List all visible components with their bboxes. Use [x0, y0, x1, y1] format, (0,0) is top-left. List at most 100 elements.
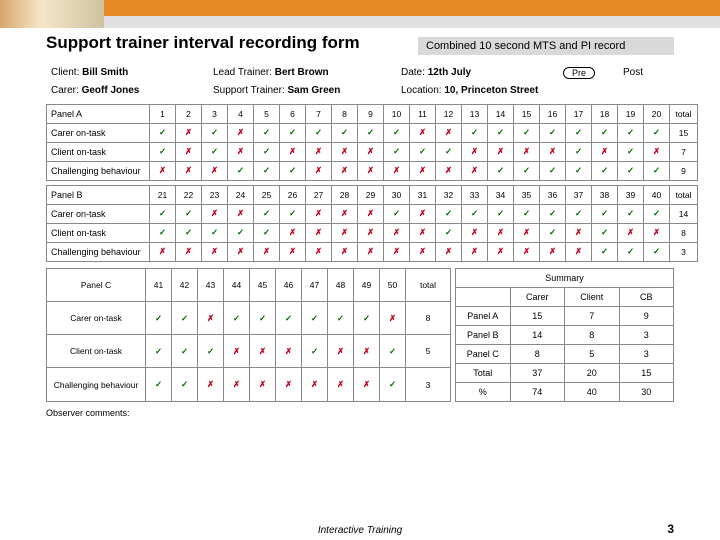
mark-cell: ✓ [644, 242, 670, 261]
mark-cell: ✓ [592, 204, 618, 223]
mark-cell: ✗ [644, 223, 670, 242]
mark-cell: ✓ [436, 142, 462, 161]
mark-cell: ✗ [254, 242, 280, 261]
mark-cell: ✗ [250, 335, 276, 368]
mark-cell: ✗ [488, 223, 514, 242]
mark-cell: ✓ [384, 204, 410, 223]
lead-value: Bert Brown [275, 67, 329, 78]
mark-cell: ✗ [228, 242, 254, 261]
mark-cell: ✗ [384, 242, 410, 261]
mark-cell: ✓ [644, 161, 670, 180]
client-label: Client: [51, 67, 79, 78]
mark-cell: ✓ [436, 204, 462, 223]
mark-cell: ✓ [354, 301, 380, 334]
mark-cell: ✓ [462, 204, 488, 223]
mark-cell: ✗ [436, 123, 462, 142]
top-band [0, 0, 720, 28]
date-value: 12th July [428, 67, 471, 78]
mark-cell: ✗ [332, 142, 358, 161]
summary-table: Summary CarerClientCB Panel A1579 Panel … [455, 268, 674, 402]
mark-cell: ✗ [358, 142, 384, 161]
mark-cell: ✗ [280, 142, 306, 161]
location-label: Location: [401, 85, 442, 96]
mark-cell: ✗ [410, 123, 436, 142]
mark-cell: ✓ [514, 161, 540, 180]
header-orange-bar [104, 0, 720, 16]
mark-cell: ✓ [592, 242, 618, 261]
mark-cell: ✓ [514, 123, 540, 142]
mark-cell: ✗ [176, 142, 202, 161]
mark-cell: ✗ [328, 335, 354, 368]
mark-cell: ✗ [358, 204, 384, 223]
page: Support trainer interval recording form … [0, 0, 720, 540]
mark-cell: ✗ [202, 161, 228, 180]
mark-cell: ✗ [410, 242, 436, 261]
observer-comments: Observer comments: [46, 408, 674, 418]
mark-cell: ✓ [302, 335, 328, 368]
mark-cell: ✓ [488, 161, 514, 180]
mark-cell: ✗ [380, 301, 406, 334]
mark-cell: ✓ [276, 301, 302, 334]
mark-cell: ✗ [228, 142, 254, 161]
mark-cell: ✗ [306, 204, 332, 223]
mark-cell: ✗ [514, 223, 540, 242]
mark-cell: ✓ [540, 223, 566, 242]
page-number: 3 [667, 522, 674, 536]
mark-cell: ✗ [198, 368, 224, 401]
mark-cell: ✓ [618, 242, 644, 261]
mark-cell: ✓ [228, 161, 254, 180]
mark-cell: ✗ [332, 204, 358, 223]
mark-cell: ✗ [592, 142, 618, 161]
mark-cell: ✓ [280, 161, 306, 180]
mark-cell: ✓ [150, 123, 176, 142]
mark-cell: ✓ [150, 223, 176, 242]
mark-cell: ✗ [514, 142, 540, 161]
mark-cell: ✗ [332, 242, 358, 261]
mark-cell: ✗ [228, 204, 254, 223]
mark-cell: ✓ [618, 123, 644, 142]
mark-cell: ✓ [176, 204, 202, 223]
mark-cell: ✓ [150, 142, 176, 161]
mark-cell: ✓ [280, 123, 306, 142]
mark-cell: ✗ [332, 161, 358, 180]
mark-cell: ✓ [228, 223, 254, 242]
mark-cell: ✓ [566, 142, 592, 161]
mark-cell: ✗ [306, 223, 332, 242]
mark-cell: ✓ [172, 335, 198, 368]
carer-label: Carer: [51, 85, 79, 96]
mark-cell: ✓ [332, 123, 358, 142]
mark-cell: ✗ [150, 161, 176, 180]
page-title: Support trainer interval recording form [46, 34, 360, 53]
mark-cell: ✗ [250, 368, 276, 401]
client-value: Bill Smith [82, 67, 128, 78]
mark-cell: ✓ [146, 335, 172, 368]
mark-cell: ✓ [488, 204, 514, 223]
mark-cell: ✗ [276, 368, 302, 401]
mark-cell: ✓ [436, 223, 462, 242]
mark-cell: ✓ [618, 204, 644, 223]
mark-cell: ✓ [202, 123, 228, 142]
mark-cell: ✗ [328, 368, 354, 401]
panel-b-table: Panel B 21222324252627282930313233343536… [46, 185, 698, 262]
support-label: Support Trainer: [213, 85, 285, 96]
mark-cell: ✗ [354, 335, 380, 368]
mark-cell: ✗ [540, 242, 566, 261]
mark-cell: ✓ [592, 223, 618, 242]
mark-cell: ✗ [462, 161, 488, 180]
mark-cell: ✗ [566, 223, 592, 242]
mark-cell: ✗ [332, 223, 358, 242]
mark-cell: ✓ [146, 368, 172, 401]
mark-cell: ✓ [224, 301, 250, 334]
mark-cell: ✓ [384, 142, 410, 161]
pre-pill: Pre [563, 67, 595, 79]
location-value: 10, Princeton Street [444, 85, 538, 96]
mark-cell: ✓ [150, 204, 176, 223]
mark-cell: ✓ [488, 123, 514, 142]
mark-cell: ✓ [172, 301, 198, 334]
mark-cell: ✗ [358, 242, 384, 261]
summary-title: Summary [456, 268, 674, 287]
mark-cell: ✗ [462, 142, 488, 161]
header-photo [0, 0, 104, 28]
mark-cell: ✓ [384, 123, 410, 142]
mark-cell: ✓ [618, 161, 644, 180]
